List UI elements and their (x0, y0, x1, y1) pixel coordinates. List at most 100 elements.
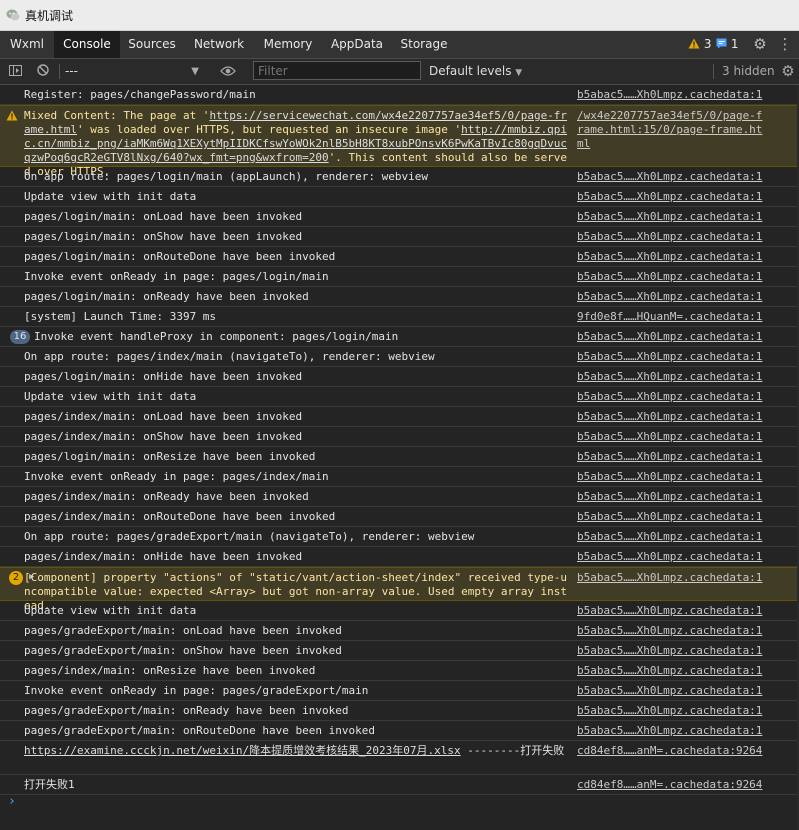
console-message: Register: pages/changePassword/main b5ab… (0, 85, 799, 105)
console-toolbar: --- ▼ Default levels ▼ 3 hidden ⚙ (0, 59, 799, 85)
message-fragment: ' was loaded over HTTPS, but requested a… (76, 123, 462, 136)
message-text: Update view with init data (24, 190, 197, 203)
source-link[interactable]: b5abac5……Xh0Lmpz.cachedata:1 (577, 270, 762, 284)
message-text: Invoke event onReady in page: pages/logi… (24, 270, 329, 283)
source-link[interactable]: b5abac5……Xh0Lmpz.cachedata:1 (577, 330, 762, 344)
source-link[interactable]: b5abac5……Xh0Lmpz.cachedata:1 (577, 410, 762, 424)
message-count-badge[interactable]: 1 (716, 31, 738, 58)
repeat-count-badge: 16 (10, 330, 30, 344)
source-link[interactable]: b5abac5……Xh0Lmpz.cachedata:1 (577, 510, 762, 524)
console-message: pages/index/main: onReady have been invo… (0, 487, 799, 507)
console-warning-message[interactable]: 2 ▶ [Component] property "actions" of "s… (0, 567, 799, 612)
console-message: pages/index/main: onResize have been inv… (0, 661, 799, 681)
message-text: On app route: pages/index/main (navigate… (24, 350, 435, 363)
source-link[interactable]: b5abac5……Xh0Lmpz.cachedata:1 (577, 550, 762, 564)
source-link[interactable]: /wx4e2207757ae34ef5/0/page-frame.html:15… (577, 109, 763, 151)
source-link[interactable]: b5abac5……Xh0Lmpz.cachedata:1 (577, 390, 762, 404)
clear-console-icon[interactable] (32, 59, 54, 84)
message-text: pages/login/main: onResize have been inv… (24, 450, 316, 463)
source-link[interactable]: b5abac5……Xh0Lmpz.cachedata:1 (577, 684, 762, 698)
console-warning-message: Mixed Content: The page at 'https://serv… (0, 105, 799, 178)
source-link[interactable]: b5abac5……Xh0Lmpz.cachedata:1 (577, 450, 762, 464)
source-link[interactable]: b5abac5……Xh0Lmpz.cachedata:1 (577, 430, 762, 444)
filter-input[interactable] (253, 61, 421, 80)
message-text: pages/login/main: onReady have been invo… (24, 290, 309, 303)
repeat-count-badge: 2 (9, 571, 23, 585)
log-levels-dropdown[interactable]: Default levels ▼ (429, 59, 522, 84)
tab-storage[interactable]: Storage (392, 31, 456, 58)
warning-count-badge[interactable]: 3 (688, 31, 711, 58)
message-text: pages/gradeExport/main: onLoad have been… (24, 624, 342, 637)
console-message: pages/login/main: onLoad have been invok… (0, 207, 799, 227)
source-link[interactable]: b5abac5……Xh0Lmpz.cachedata:1 (577, 250, 762, 264)
console-message: Invoke event onReady in page: pages/inde… (0, 467, 799, 487)
source-link[interactable]: cd84ef8……anM=.cachedata:9264 (577, 744, 762, 758)
source-link[interactable]: b5abac5……Xh0Lmpz.cachedata:1 (577, 170, 762, 184)
console-message: Update view with init data b5abac5……Xh0Lm… (0, 387, 799, 407)
source-link[interactable]: b5abac5……Xh0Lmpz.cachedata:1 (577, 624, 762, 638)
source-link[interactable]: b5abac5……Xh0Lmpz.cachedata:1 (577, 230, 762, 244)
context-selector[interactable]: --- ▼ (65, 59, 205, 84)
message-fragment: --------打开失败 (460, 744, 565, 757)
source-link[interactable]: b5abac5……Xh0Lmpz.cachedata:1 (577, 604, 762, 618)
console-message: pages/gradeExport/main: onRouteDone have… (0, 721, 799, 741)
source-link[interactable]: b5abac5……Xh0Lmpz.cachedata:1 (577, 571, 762, 585)
source-link[interactable]: b5abac5……Xh0Lmpz.cachedata:1 (577, 530, 762, 544)
tab-wxml[interactable]: Wxml (0, 31, 54, 58)
message-text: pages/index/main: onHide have been invok… (24, 550, 303, 563)
source-link[interactable]: 9fd0e8f……HQuanM=.cachedata:1 (577, 310, 762, 324)
source-link[interactable]: b5abac5……Xh0Lmpz.cachedata:1 (577, 190, 762, 204)
console-message: pages/login/main: onReady have been invo… (0, 287, 799, 307)
tab-sources[interactable]: Sources (120, 31, 184, 58)
console-message: On app route: pages/login/main (appLaunc… (0, 167, 799, 187)
tab-console[interactable]: Console (54, 31, 120, 58)
message-text: https://examine.ccckjn.net/weixin/降本提质增效… (24, 744, 572, 758)
source-link[interactable]: b5abac5……Xh0Lmpz.cachedata:1 (577, 644, 762, 658)
console-message: [system] Launch Time: 3397 ms 9fd0e8f……HQ… (0, 307, 799, 327)
console-settings-gear-icon[interactable]: ⚙ (778, 59, 798, 84)
devtools-tabbar: Wxml Console Sources Network Memory AppD… (0, 31, 799, 59)
message-text: pages/index/main: onShow have been invok… (24, 430, 303, 443)
message-text: Invoke event onReady in page: pages/inde… (24, 470, 329, 483)
chevron-down-icon: ▼ (515, 68, 523, 78)
console-message: pages/gradeExport/main: onShow have been… (0, 641, 799, 661)
message-count: 1 (730, 37, 739, 51)
console-messages: Register: pages/changePassword/main b5ab… (0, 85, 799, 830)
show-sidebar-icon[interactable] (4, 59, 26, 84)
source-link[interactable]: b5abac5……Xh0Lmpz.cachedata:1 (577, 210, 762, 224)
console-message: pages/login/main: onResize have been inv… (0, 447, 799, 467)
source-link[interactable]: b5abac5……Xh0Lmpz.cachedata:1 (577, 704, 762, 718)
message-text: pages/index/main: onResize have been inv… (24, 664, 316, 677)
console-message: On app route: pages/index/main (navigate… (0, 347, 799, 367)
file-url-link[interactable]: https://examine.ccckjn.net/weixin/降本提质增效… (24, 744, 461, 757)
tab-network[interactable]: Network (184, 31, 254, 58)
console-message: pages/login/main: onRouteDone have been … (0, 247, 799, 267)
source-link[interactable]: b5abac5……Xh0Lmpz.cachedata:1 (577, 88, 762, 102)
tab-memory[interactable]: Memory (254, 31, 322, 58)
settings-gear-icon[interactable]: ⚙ (750, 31, 770, 58)
chevron-down-icon: ▼ (191, 66, 199, 77)
live-expression-eye-icon[interactable] (216, 59, 240, 84)
console-message: pages/index/main: onLoad have been invok… (0, 407, 799, 427)
message-text: Update view with init data (24, 604, 197, 617)
console-message: pages/index/main: onHide have been invok… (0, 547, 799, 567)
more-options-icon[interactable]: ⋮ (776, 31, 794, 58)
message-text: pages/index/main: onReady have been invo… (24, 490, 309, 503)
source-link[interactable]: b5abac5……Xh0Lmpz.cachedata:1 (577, 470, 762, 484)
console-input-prompt[interactable]: › (8, 794, 16, 809)
source-link[interactable]: b5abac5……Xh0Lmpz.cachedata:1 (577, 350, 762, 364)
console-message: pages/gradeExport/main: onReady have bee… (0, 701, 799, 721)
source-link[interactable]: b5abac5……Xh0Lmpz.cachedata:1 (577, 664, 762, 678)
tab-appdata[interactable]: AppData (322, 31, 392, 58)
source-link[interactable]: cd84ef8……anM=.cachedata:9264 (577, 778, 762, 792)
message-text: pages/login/main: onShow have been invok… (24, 230, 303, 243)
source-link[interactable]: b5abac5……Xh0Lmpz.cachedata:1 (577, 490, 762, 504)
message-fragment: Mixed Content: The page at ' (24, 109, 210, 122)
message-text: 打开失败1 (24, 778, 75, 791)
message-icon (716, 38, 727, 49)
source-link[interactable]: b5abac5……Xh0Lmpz.cachedata:1 (577, 370, 762, 384)
source-link[interactable]: b5abac5……Xh0Lmpz.cachedata:1 (577, 290, 762, 304)
warning-count: 3 (703, 37, 712, 51)
source-link[interactable]: b5abac5……Xh0Lmpz.cachedata:1 (577, 724, 762, 738)
message-text: Update view with init data (24, 390, 197, 403)
